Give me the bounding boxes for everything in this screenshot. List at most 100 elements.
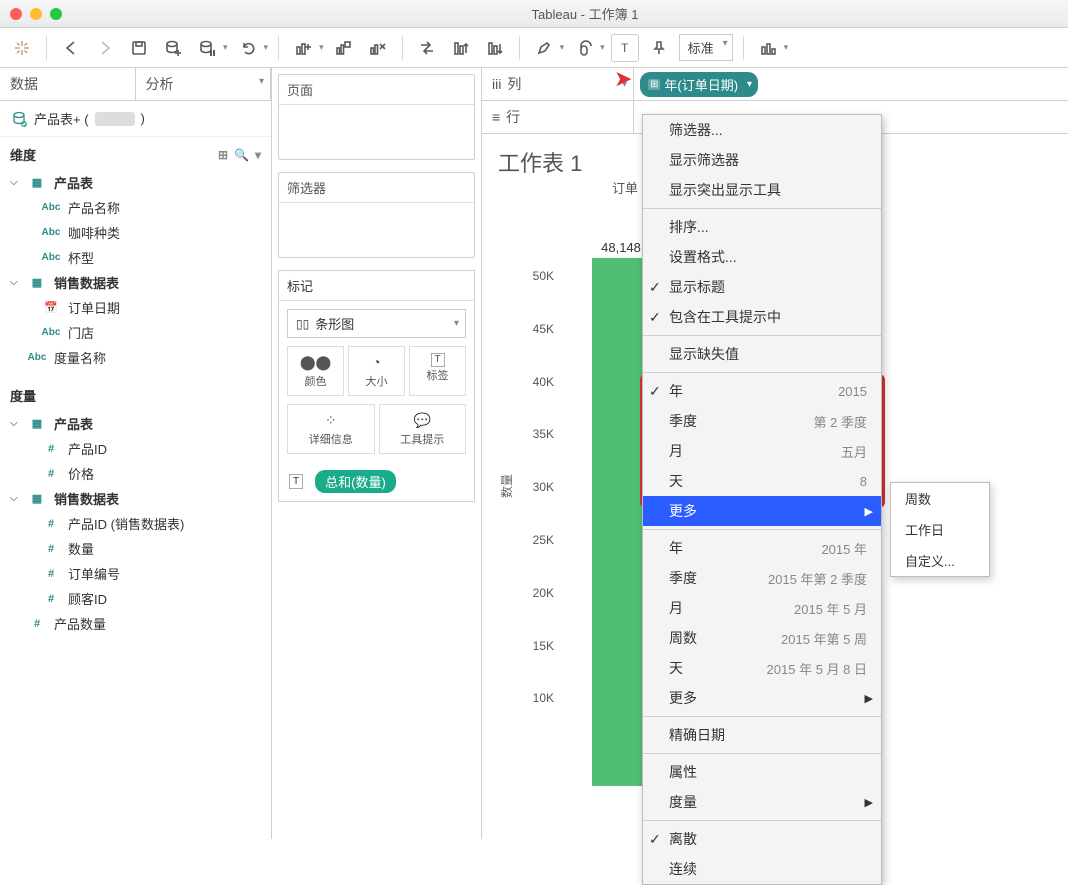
dropdown-caret-icon[interactable]: ▾ [319,42,324,53]
close-window-button[interactable] [10,8,22,20]
field-row[interactable]: #订单编号 [6,561,265,586]
pin-icon[interactable] [645,34,673,62]
window-controls [10,8,62,20]
tableau-logo-icon[interactable] [8,34,36,62]
field-row[interactable]: #产品ID [6,436,265,461]
highlight-icon[interactable] [530,34,558,62]
filters-shelf[interactable]: 筛选器 [278,172,475,258]
menu-sort[interactable]: 排序... [643,212,881,242]
color-shelf[interactable]: ⬤⬤颜色 [287,346,344,396]
pause-updates-icon[interactable] [193,34,221,62]
sort-asc-icon[interactable] [447,34,475,62]
menu-discrete[interactable]: ✓离散 [643,824,881,854]
dropdown-caret-icon[interactable]: ▾ [255,148,261,162]
window-title: Tableau - 工作簿 1 [112,4,1058,23]
view-grid-icon[interactable]: ⊞ [218,148,228,162]
field-row[interactable]: Abc门店 [6,320,265,345]
y-tick-label: 30K [533,480,554,494]
minimize-window-button[interactable] [30,8,42,20]
columns-shelf-label[interactable]: iii 列 ▾ [482,68,634,100]
new-worksheet-icon[interactable] [289,34,317,62]
table-node[interactable]: ⌵▦产品表 [6,411,265,436]
size-shelf[interactable]: ◔大小 [348,346,405,396]
menu-continuous[interactable]: 连续 [643,854,881,884]
fit-selector[interactable]: 标准 [679,34,733,61]
rows-shelf-label[interactable]: ≡ 行 [482,101,634,133]
mark-type-selector[interactable]: ▯▯ 条形图 [287,309,466,338]
swap-icon[interactable] [413,34,441,62]
menu-week-cont[interactable]: 周数2015 年第 5 周 [643,623,881,653]
field-row[interactable]: Abc杯型 [6,245,265,270]
menu-filter[interactable]: 筛选器... [643,115,881,145]
zoom-window-button[interactable] [50,8,62,20]
field-row[interactable]: #价格 [6,461,265,486]
tooltip-shelf[interactable]: 💬工具提示 [379,404,467,454]
year-orderdate-pill[interactable]: ⊞ 年(订单日期) [640,72,758,97]
menu-year[interactable]: ✓年2015 [643,376,881,406]
save-icon[interactable] [125,34,153,62]
menu-quarter[interactable]: 季度第 2 季度 [643,406,881,436]
menu-month-cont[interactable]: 月2015 年 5 月 [643,593,881,623]
sort-desc-icon[interactable] [481,34,509,62]
clear-sheet-icon[interactable] [364,34,392,62]
table-node[interactable]: ⌵▦销售数据表 [6,270,265,295]
dropdown-caret-icon[interactable]: ▾ [264,42,269,53]
menu-attribute[interactable]: 属性 [643,757,881,787]
data-pane: 数据 分析▾ 产品表+ ( ) 维度 ⊞ 🔍 ▾ ⌵▦产品表 Abc产品名称 A… [0,68,272,839]
label-toggle-icon[interactable]: T [611,34,639,62]
menu-exactdate[interactable]: 精确日期 [643,720,881,750]
y-axis-title: 数量 [498,474,515,498]
back-icon[interactable] [57,34,85,62]
field-row[interactable]: 📅订单日期 [6,295,265,320]
menu-year-cont[interactable]: 年2015 年 [643,533,881,563]
menu-more[interactable]: 更多▶ [643,496,881,526]
menu-showheader[interactable]: ✓显示标题 [643,272,881,302]
pages-shelf[interactable]: 页面 [278,74,475,160]
y-tick-label: 40K [533,375,554,389]
search-icon[interactable]: 🔍 [234,148,249,162]
field-row[interactable]: #顾客ID [6,586,265,611]
submenu-weekday[interactable]: 工作日 [891,514,989,545]
bar-icon: ▯▯ [296,317,309,331]
detail-shelf[interactable]: ⁘详细信息 [287,404,375,454]
columns-shelf[interactable]: ⊞ 年(订单日期) [634,68,1068,100]
columns-icon: iii [492,76,501,92]
attach-icon[interactable] [570,34,598,62]
datasource-row[interactable]: 产品表+ ( ) [0,101,271,137]
sum-quantity-pill[interactable]: 总和(数量) [315,470,396,493]
menu-showmissing[interactable]: 显示缺失值 [643,339,881,369]
field-row[interactable]: Abc度量名称 [6,345,265,370]
table-node[interactable]: ⌵▦产品表 [6,170,265,195]
checkmark-icon: ✓ [649,309,661,326]
menu-day-cont[interactable]: 天2015 年 5 月 8 日 [643,653,881,683]
undo-icon[interactable] [234,34,262,62]
menu-format[interactable]: 设置格式... [643,242,881,272]
menu-measure[interactable]: 度量▶ [643,787,881,817]
menu-showfilter[interactable]: 显示筛选器 [643,145,881,175]
data-tab[interactable]: 数据 [0,68,136,100]
submenu-custom[interactable]: 自定义... [891,545,989,576]
table-node[interactable]: ⌵▦销售数据表 [6,486,265,511]
analysis-tab[interactable]: 分析▾ [136,68,272,100]
label-shelf[interactable]: T标签 [409,346,466,396]
forward-icon[interactable] [91,34,119,62]
menu-intooltip[interactable]: ✓包含在工具提示中 [643,302,881,332]
dropdown-caret-icon[interactable]: ▾ [784,42,789,53]
field-row[interactable]: Abc产品名称 [6,195,265,220]
dropdown-caret-icon[interactable]: ▾ [560,42,565,53]
field-row[interactable]: #产品ID (销售数据表) [6,511,265,536]
duplicate-sheet-icon[interactable] [330,34,358,62]
menu-month[interactable]: 月五月 [643,436,881,466]
menu-quarter-cont[interactable]: 季度2015 年第 2 季度 [643,563,881,593]
submenu-weeknum[interactable]: 周数 [891,483,989,514]
field-row[interactable]: #产品数量 [6,611,265,636]
dropdown-caret-icon[interactable]: ▾ [600,42,605,53]
show-me-icon[interactable] [754,34,782,62]
new-datasource-icon[interactable] [159,34,187,62]
menu-more2[interactable]: 更多▶ [643,683,881,713]
dropdown-caret-icon[interactable]: ▾ [223,42,228,53]
menu-day[interactable]: 天8 [643,466,881,496]
menu-showhighlight[interactable]: 显示突出显示工具 [643,175,881,205]
field-row[interactable]: #数量 [6,536,265,561]
field-row[interactable]: Abc咖啡种类 [6,220,265,245]
